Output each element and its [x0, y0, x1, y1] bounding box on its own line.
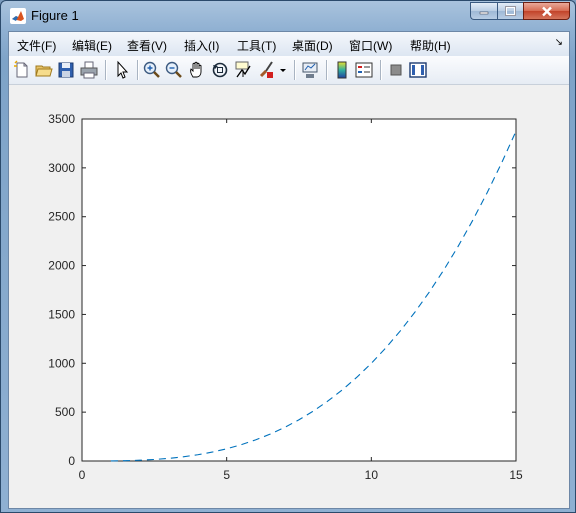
close-button[interactable] — [523, 2, 570, 20]
figure-client-area: 文件(F) 编辑(E) 查看(V) 插入(I) 工具(T) 桌面(D) 窗口(W… — [8, 31, 570, 509]
x-tick-label: 5 — [223, 468, 230, 482]
menu-window[interactable]: 窗口(W) — [349, 37, 392, 54]
x-tick-label: 0 — [79, 468, 86, 482]
brush-icon[interactable] — [257, 60, 277, 80]
toolbar-separator — [380, 60, 382, 80]
open-file-icon[interactable] — [34, 60, 54, 80]
y-tick-label: 3500 — [48, 112, 75, 126]
brush-dropdown-icon[interactable] — [278, 60, 288, 80]
rotate-3d-icon[interactable] — [210, 60, 230, 80]
pan-hand-icon[interactable] — [187, 60, 207, 80]
menu-bar: 文件(F) 编辑(E) 查看(V) 插入(I) 工具(T) 桌面(D) 窗口(W… — [9, 32, 569, 56]
save-icon[interactable] — [56, 60, 76, 80]
y-tick-label: 3000 — [48, 161, 75, 175]
y-tick-label: 500 — [55, 405, 75, 419]
menu-tools[interactable]: 工具(T) — [237, 37, 276, 54]
figure-window: Figure 1 文件(F) 编辑(E) 查看(V) 插入(I) 工具(T) 桌… — [0, 0, 576, 513]
data-cursor-icon[interactable] — [233, 60, 253, 80]
menu-file[interactable]: 文件(F) — [17, 37, 56, 54]
plot-area — [81, 118, 517, 462]
new-figure-icon[interactable] — [12, 60, 32, 80]
menu-help[interactable]: 帮助(H) — [410, 37, 451, 54]
matlab-logo-icon — [10, 8, 26, 24]
y-tick-label: 2500 — [48, 210, 75, 224]
figure-canvas[interactable]: 0 5 10 15 0 500 1000 1500 2000 2500 3000 3500 — [9, 85, 569, 508]
window-title: Figure 1 — [31, 8, 79, 23]
toolbar-separator — [326, 60, 328, 80]
figure-toolbar — [9, 56, 569, 85]
legend-icon[interactable] — [354, 60, 374, 80]
menu-overflow-icon[interactable]: ↘ — [555, 37, 563, 48]
x-tick-label: 10 — [365, 468, 379, 482]
toolbar-separator — [294, 60, 296, 80]
y-tick-label: 2000 — [48, 259, 75, 273]
x-tick-label: 15 — [509, 468, 523, 482]
show-plot-tools-icon[interactable] — [408, 60, 428, 80]
toolbar-separator — [105, 60, 107, 80]
title-bar[interactable]: Figure 1 — [1, 1, 575, 31]
print-icon[interactable] — [79, 60, 99, 80]
line-chart: 0 5 10 15 0 500 1000 1500 2000 2500 3000 3500 — [48, 112, 523, 482]
y-tick-label: 1500 — [48, 307, 75, 321]
zoom-in-icon[interactable] — [142, 60, 162, 80]
menu-insert[interactable]: 插入(I) — [184, 37, 219, 54]
select-arrow-icon[interactable] — [112, 60, 132, 80]
menu-view[interactable]: 查看(V) — [127, 37, 167, 54]
menu-desktop[interactable]: 桌面(D) — [292, 37, 333, 54]
menu-edit[interactable]: 编辑(E) — [72, 37, 112, 54]
maximize-button[interactable] — [497, 2, 523, 20]
colorbar-icon[interactable] — [332, 60, 352, 80]
y-tick-label: 1000 — [48, 356, 75, 370]
close-icon — [541, 6, 552, 16]
link-plot-icon[interactable] — [300, 60, 320, 80]
zoom-out-icon[interactable] — [164, 60, 184, 80]
minimize-button[interactable] — [470, 2, 497, 20]
toolbar-separator — [137, 60, 139, 80]
minimize-icon — [479, 11, 489, 15]
maximize-icon — [505, 6, 516, 16]
y-tick-label: 0 — [68, 454, 75, 468]
hide-plot-tools-icon[interactable] — [386, 60, 406, 80]
